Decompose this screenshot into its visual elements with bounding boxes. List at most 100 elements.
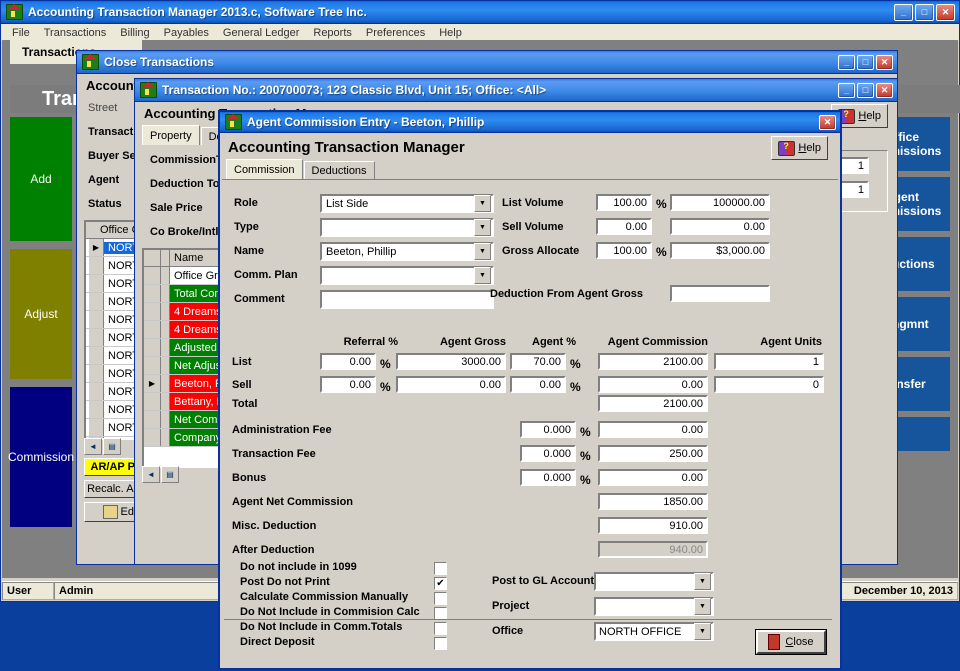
referral-pct-1[interactable]: 0.00 [320, 376, 376, 393]
tab-property[interactable]: Property [142, 125, 200, 145]
agent-pct-0[interactable]: 70.00 [510, 353, 566, 370]
close-transactions-title-bar[interactable]: Close Transactions _ □ ✕ [77, 51, 897, 74]
row-selector-icon[interactable] [144, 303, 161, 320]
menu-item-payables[interactable]: Payables [157, 26, 216, 40]
menu-item-file[interactable]: File [5, 26, 37, 40]
menu-item-help[interactable]: Help [432, 26, 469, 40]
menu-item-general-ledger[interactable]: General Ledger [216, 26, 306, 40]
row-selector-icon[interactable] [144, 411, 161, 428]
scroll-thumb[interactable]: ▤ [161, 466, 179, 483]
chevron-down-icon[interactable]: ▼ [694, 598, 711, 615]
row-selector-icon[interactable] [144, 267, 161, 284]
fee-amount-1[interactable]: 250.00 [598, 445, 708, 462]
close-icon[interactable]: ✕ [876, 83, 893, 98]
fee-pct-1[interactable]: 0.000 [520, 445, 576, 462]
agent-field-input-1[interactable]: ▼ [320, 218, 494, 237]
fee-amount-0[interactable]: 0.00 [598, 421, 708, 438]
fee-amount-3[interactable]: 1850.00 [598, 493, 708, 510]
row-selector-icon[interactable] [144, 393, 161, 410]
fee-amount-4[interactable]: 910.00 [598, 517, 708, 534]
row-selector-icon[interactable] [89, 419, 104, 436]
row-selector-icon[interactable] [144, 339, 161, 356]
total-row-commission[interactable]: 2100.00 [598, 395, 708, 412]
agent-commission-1[interactable]: 0.00 [598, 376, 708, 393]
agent-gross-0[interactable]: 3000.00 [396, 353, 506, 370]
chevron-down-icon[interactable]: ▼ [474, 267, 491, 284]
row-selector-icon[interactable] [89, 347, 104, 364]
tab-commission[interactable]: Commission [226, 159, 303, 179]
agent-units-0[interactable]: 1 [714, 353, 824, 370]
scroll-left-icon[interactable]: ◄ [84, 438, 102, 455]
agent-units-1[interactable]: 0 [714, 376, 824, 393]
row-selector-icon[interactable] [144, 285, 161, 302]
scroll-left-icon[interactable]: ◄ [142, 466, 160, 483]
agent-field-input-0[interactable]: List Side▼ [320, 194, 494, 213]
volume-pct-2[interactable]: 100.00 [596, 242, 652, 259]
close-icon[interactable]: ✕ [819, 115, 836, 130]
fee-pct-2[interactable]: 0.000 [520, 469, 576, 486]
scroll-thumb[interactable]: ▤ [103, 438, 121, 455]
menu-item-preferences[interactable]: Preferences [359, 26, 432, 40]
select-2[interactable]: NORTH OFFICE▼ [594, 622, 714, 641]
checkbox-0[interactable] [434, 562, 447, 575]
minimize-button[interactable]: _ [894, 4, 913, 21]
row-selector-icon[interactable]: ▶ [144, 375, 161, 392]
agent-field-input-3[interactable]: ▼ [320, 266, 494, 285]
row-selector-icon[interactable] [89, 275, 104, 292]
close-icon[interactable]: ✕ [876, 55, 893, 70]
fee-pct-0[interactable]: 0.000 [520, 421, 576, 438]
row-selector-icon[interactable] [89, 257, 104, 274]
volume-amount-2[interactable]: $3,000.00 [670, 242, 770, 259]
row-selector-icon[interactable] [144, 357, 161, 374]
deduction-from-agent-gross-input[interactable] [670, 285, 770, 302]
row-selector-icon[interactable] [144, 429, 161, 446]
volume-amount-0[interactable]: 100000.00 [670, 194, 770, 211]
select-0[interactable]: ▼ [594, 572, 714, 591]
checkbox-1[interactable]: ✔ [434, 577, 447, 590]
row-selector-icon[interactable] [144, 321, 161, 338]
chevron-down-icon[interactable]: ▼ [474, 243, 491, 260]
close-icon[interactable]: ✕ [936, 4, 955, 21]
maximize-button[interactable]: □ [915, 4, 934, 21]
volume-amount-1[interactable]: 0.00 [670, 218, 770, 235]
agent-dialog-help-button[interactable]: Help [771, 136, 828, 160]
minimize-button[interactable]: _ [838, 83, 855, 98]
fee-amount-2[interactable]: 0.00 [598, 469, 708, 486]
agent-field-input-4[interactable] [320, 290, 494, 309]
row-selector-icon[interactable]: ▶ [89, 239, 104, 256]
row-selector-icon[interactable] [89, 293, 104, 310]
menu-item-transactions[interactable]: Transactions [37, 26, 114, 40]
checkbox-4[interactable] [434, 622, 447, 635]
agent-field-input-2[interactable]: Beeton, Phillip▼ [320, 242, 494, 261]
minimize-button[interactable]: _ [838, 55, 855, 70]
maximize-button[interactable]: □ [857, 55, 874, 70]
chevron-down-icon[interactable]: ▼ [694, 623, 711, 640]
menu-item-billing[interactable]: Billing [113, 26, 156, 40]
left-block-add[interactable]: Add [10, 117, 72, 241]
menu-item-reports[interactable]: Reports [306, 26, 359, 40]
row-selector-icon[interactable] [89, 383, 104, 400]
row-selector-icon[interactable] [89, 401, 104, 418]
volume-pct-0[interactable]: 100.00 [596, 194, 652, 211]
app-title-bar[interactable]: Accounting Transaction Manager 2013.c, S… [1, 1, 959, 24]
chevron-down-icon[interactable]: ▼ [694, 573, 711, 590]
row-selector-icon[interactable] [89, 311, 104, 328]
maximize-button[interactable]: □ [857, 83, 874, 98]
agent-pct-1[interactable]: 0.00 [510, 376, 566, 393]
checkbox-2[interactable] [434, 592, 447, 605]
referral-pct-0[interactable]: 0.00 [320, 353, 376, 370]
agent-dialog-title-bar[interactable]: Agent Commission Entry - Beeton, Phillip… [220, 112, 840, 133]
left-block-adjust[interactable]: Adjust [10, 249, 72, 379]
select-1[interactable]: ▼ [594, 597, 714, 616]
tab-deductions[interactable]: Deductions [304, 161, 375, 179]
row-selector-icon[interactable] [89, 329, 104, 346]
agent-dialog-close-button[interactable]: Close [756, 630, 826, 654]
chevron-down-icon[interactable]: ▼ [474, 219, 491, 236]
transaction-title-bar[interactable]: Transaction No.: 200700073; 123 Classic … [135, 79, 897, 102]
checkbox-5[interactable] [434, 637, 447, 650]
agent-gross-1[interactable]: 0.00 [396, 376, 506, 393]
chevron-down-icon[interactable]: ▼ [474, 195, 491, 212]
row-selector-icon[interactable] [89, 365, 104, 382]
volume-pct-1[interactable]: 0.00 [596, 218, 652, 235]
agent-commission-0[interactable]: 2100.00 [598, 353, 708, 370]
